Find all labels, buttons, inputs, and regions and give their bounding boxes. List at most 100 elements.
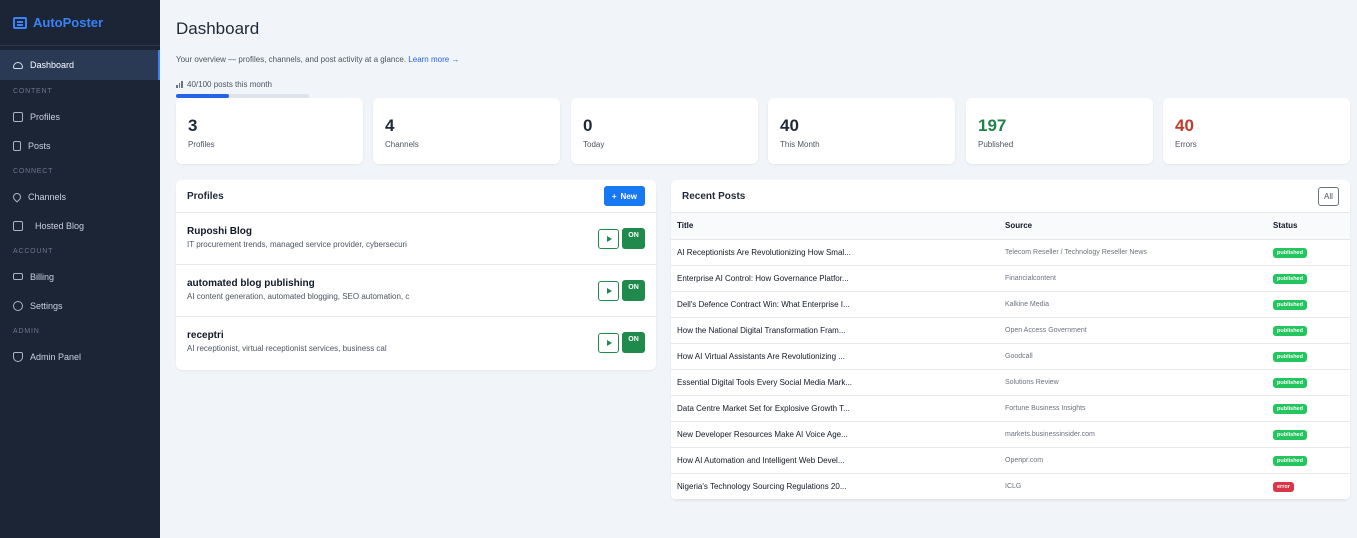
post-status-cell: published xyxy=(1267,265,1350,292)
sidebar-item-admin-panel[interactable]: Admin Panel xyxy=(0,342,160,371)
post-title[interactable]: How AI Automation and Intelligent Web De… xyxy=(671,447,999,474)
app-name: AutoPoster xyxy=(33,15,104,30)
posts-table: Title Source Status AI Receptionists Are… xyxy=(671,213,1350,500)
profile-name: Ruposhi Blog xyxy=(187,226,252,237)
table-row[interactable]: Enterprise AI Control: How Governance Pl… xyxy=(671,265,1350,292)
stat-label: Errors xyxy=(1175,140,1197,149)
post-source: Goodcall xyxy=(999,343,1267,370)
stat-label: Profiles xyxy=(188,140,215,149)
stat-card-today[interactable]: 0 Today xyxy=(571,98,758,164)
overview-description: Your overview — profiles, channels, and … xyxy=(176,55,407,64)
post-title[interactable]: Enterprise AI Control: How Governance Pl… xyxy=(671,265,999,292)
stat-card-profiles[interactable]: 3 Profiles xyxy=(176,98,363,164)
table-header-row: Title Source Status xyxy=(671,213,1350,240)
sidebar-item-posts[interactable]: Posts xyxy=(0,131,160,160)
stat-card-published[interactable]: 197 Published xyxy=(966,98,1153,164)
card-title: Recent Posts xyxy=(682,190,746,202)
table-row[interactable]: AI Receptionists Are Revolutionizing How… xyxy=(671,239,1350,266)
post-source: Openpr.com xyxy=(999,447,1267,474)
post-title[interactable]: Nigeria's Technology Sourcing Regulation… xyxy=(671,473,999,500)
status-badge: error xyxy=(1273,481,1294,492)
stat-value: 197 xyxy=(978,116,1007,135)
post-source: Fortune Business Insights xyxy=(999,395,1267,422)
column-header-status[interactable]: Status xyxy=(1267,213,1350,240)
profiles-card-header: Profiles + New xyxy=(176,180,656,213)
table-row[interactable]: New Developer Resources Make AI Voice Ag… xyxy=(671,421,1350,448)
section-connect: CONNECT xyxy=(13,167,54,175)
status-badge: published xyxy=(1273,403,1307,414)
sidebar-item-label: Posts xyxy=(28,140,51,151)
sidebar-item-channels[interactable]: Channels xyxy=(0,182,160,211)
stat-value: 4 xyxy=(385,116,395,135)
post-status-cell: published xyxy=(1267,317,1350,344)
post-title[interactable]: Data Centre Market Set for Explosive Gro… xyxy=(671,395,999,422)
plus-icon: + xyxy=(611,191,617,201)
profile-toggle[interactable]: ON xyxy=(622,332,645,353)
table-row[interactable]: Nigeria's Technology Sourcing Regulation… xyxy=(671,473,1350,500)
column-header-source[interactable]: Source xyxy=(999,213,1267,240)
gear-icon xyxy=(13,300,23,311)
sidebar-item-label: Profiles xyxy=(30,111,61,122)
table-row[interactable]: Data Centre Market Set for Explosive Gro… xyxy=(671,395,1350,422)
sidebar-item-billing[interactable]: Billing xyxy=(0,262,160,291)
sidebar-item-settings[interactable]: Settings xyxy=(0,291,160,320)
profile-row[interactable]: automated blog publishing AI content gen… xyxy=(176,265,656,317)
bar-chart-icon xyxy=(176,81,184,88)
table-row[interactable]: How AI Automation and Intelligent Web De… xyxy=(671,447,1350,474)
post-title[interactable]: How AI Virtual Assistants Are Revolution… xyxy=(671,343,999,370)
post-source: Financialcontent xyxy=(999,265,1267,292)
sidebar-item-label: Billing xyxy=(30,271,55,282)
post-title[interactable]: Essential Digital Tools Every Social Med… xyxy=(671,369,999,396)
table-row[interactable]: How the National Digital Transformation … xyxy=(671,317,1350,344)
profile-row[interactable]: receptri AI receptionist, virtual recept… xyxy=(176,317,656,369)
stat-card-this-month[interactable]: 40 This Month xyxy=(768,98,955,164)
stat-card-errors[interactable]: 40 Errors xyxy=(1163,98,1350,164)
post-source: Open Access Government xyxy=(999,317,1267,344)
posts-table-body: AI Receptionists Are Revolutionizing How… xyxy=(671,239,1350,500)
status-badge: published xyxy=(1273,429,1307,440)
run-profile-button[interactable] xyxy=(598,333,619,353)
run-profile-button[interactable] xyxy=(598,229,619,249)
profile-description: AI content generation, automated bloggin… xyxy=(187,292,410,301)
brand[interactable]: AutoPoster xyxy=(0,0,160,46)
post-status-cell: published xyxy=(1267,395,1350,422)
table-row[interactable]: Dell's Defence Contract Win: What Enterp… xyxy=(671,291,1350,318)
learn-more-link[interactable]: Learn more → xyxy=(408,55,459,64)
sidebar-item-label: Channels xyxy=(28,191,67,202)
profile-description: AI receptionist, virtual receptionist se… xyxy=(187,344,387,353)
post-title[interactable]: Dell's Defence Contract Win: What Enterp… xyxy=(671,291,999,318)
sidebar-item-dashboard[interactable]: Dashboard xyxy=(0,50,160,80)
new-profile-button[interactable]: + New xyxy=(603,186,645,206)
profile-row[interactable]: Ruposhi Blog IT procurement trends, mana… xyxy=(176,213,656,265)
status-badge: published xyxy=(1273,377,1307,388)
document-icon xyxy=(13,140,21,151)
profile-toggle[interactable]: ON xyxy=(622,228,645,249)
view-all-button[interactable]: All xyxy=(1318,186,1339,206)
profile-toggle[interactable]: ON xyxy=(622,280,645,301)
blog-icon xyxy=(13,220,23,231)
shield-icon xyxy=(13,351,23,362)
sidebar-item-profiles[interactable]: Profiles xyxy=(0,102,160,131)
post-status-cell: published xyxy=(1267,343,1350,370)
stat-value: 40 xyxy=(780,116,799,135)
post-title[interactable]: How the National Digital Transformation … xyxy=(671,317,999,344)
status-badge: published xyxy=(1273,299,1307,310)
post-source: Solutions Review xyxy=(999,369,1267,396)
table-row[interactable]: Essential Digital Tools Every Social Med… xyxy=(671,369,1350,396)
usage-text: 40/100 posts this month xyxy=(187,80,272,89)
recent-posts-header: Recent Posts All xyxy=(671,180,1350,213)
section-account: ACCOUNT xyxy=(13,247,54,255)
post-status-cell: published xyxy=(1267,447,1350,474)
usage-meter: 40/100 posts this month xyxy=(176,80,272,89)
post-title[interactable]: New Developer Resources Make AI Voice Ag… xyxy=(671,421,999,448)
dashboard-icon xyxy=(13,61,23,69)
post-title[interactable]: AI Receptionists Are Revolutionizing How… xyxy=(671,239,999,266)
stat-card-channels[interactable]: 4 Channels xyxy=(373,98,560,164)
table-row[interactable]: How AI Virtual Assistants Are Revolution… xyxy=(671,343,1350,370)
run-profile-button[interactable] xyxy=(598,281,619,301)
recent-posts-card: Recent Posts All Title Source Status AI … xyxy=(671,180,1350,500)
overview-text: Your overview — profiles, channels, and … xyxy=(176,55,459,64)
sidebar-item-hosted-blog[interactable]: Hosted Blog xyxy=(0,211,160,240)
sidebar-item-label: Settings xyxy=(30,300,63,311)
column-header-title[interactable]: Title xyxy=(671,213,999,240)
